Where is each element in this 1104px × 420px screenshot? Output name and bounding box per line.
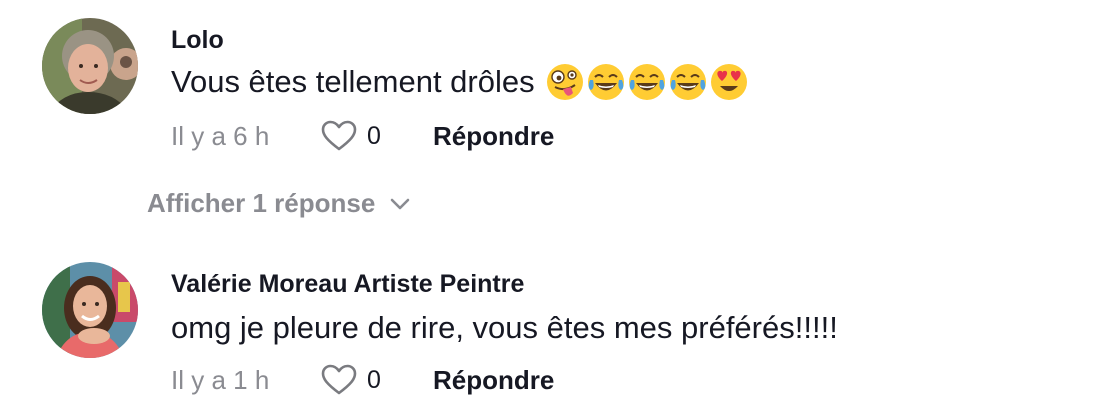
emoji-group: [545, 62, 749, 102]
comment-username[interactable]: Lolo: [171, 26, 224, 55]
view-replies-button[interactable]: Afficher 1 réponse: [147, 188, 411, 219]
reply-button[interactable]: Répondre: [433, 365, 554, 396]
like-count: 0: [367, 121, 381, 150]
comment-item: Lolo Vous êtes tellement drôles Il y a 6…: [0, 0, 1104, 180]
comment-timestamp: Il y a 1 h: [171, 364, 270, 395]
comment-text-content: omg je pleure de rire, vous êtes mes pré…: [171, 310, 838, 345]
comment-text: Vous êtes tellement drôles: [171, 60, 749, 104]
tears-of-joy-emoji-icon: [669, 64, 706, 100]
tears-of-joy-emoji-icon: [587, 64, 624, 100]
tears-of-joy-emoji-icon: [628, 64, 665, 100]
comment-username[interactable]: Valérie Moreau Artiste Peintre: [171, 270, 524, 299]
chevron-down-icon: [390, 198, 410, 209]
avatar[interactable]: [42, 18, 138, 114]
comment-timestamp: Il y a 6 h: [171, 120, 270, 151]
view-replies-label: Afficher 1 réponse: [147, 188, 376, 218]
comment-meta: Il y a 1 h 0 Répondre: [171, 362, 554, 398]
heart-eyes-emoji-icon: [710, 64, 747, 100]
like-count: 0: [367, 365, 381, 394]
comment-item: Valérie Moreau Artiste Peintre omg je pl…: [0, 250, 1104, 420]
heart-outline-icon: [321, 120, 357, 151]
avatar[interactable]: [42, 262, 138, 358]
like-button[interactable]: 0: [321, 120, 433, 152]
comment-meta: Il y a 6 h 0 Répondre: [171, 118, 554, 154]
like-button[interactable]: 0: [321, 364, 433, 396]
heart-outline-icon: [321, 364, 357, 395]
comment-text-content: Vous êtes tellement drôles: [171, 64, 535, 99]
zany-face-emoji-icon: [546, 64, 583, 100]
reply-button[interactable]: Répondre: [433, 121, 554, 152]
comment-text: omg je pleure de rire, vous êtes mes pré…: [171, 306, 838, 350]
